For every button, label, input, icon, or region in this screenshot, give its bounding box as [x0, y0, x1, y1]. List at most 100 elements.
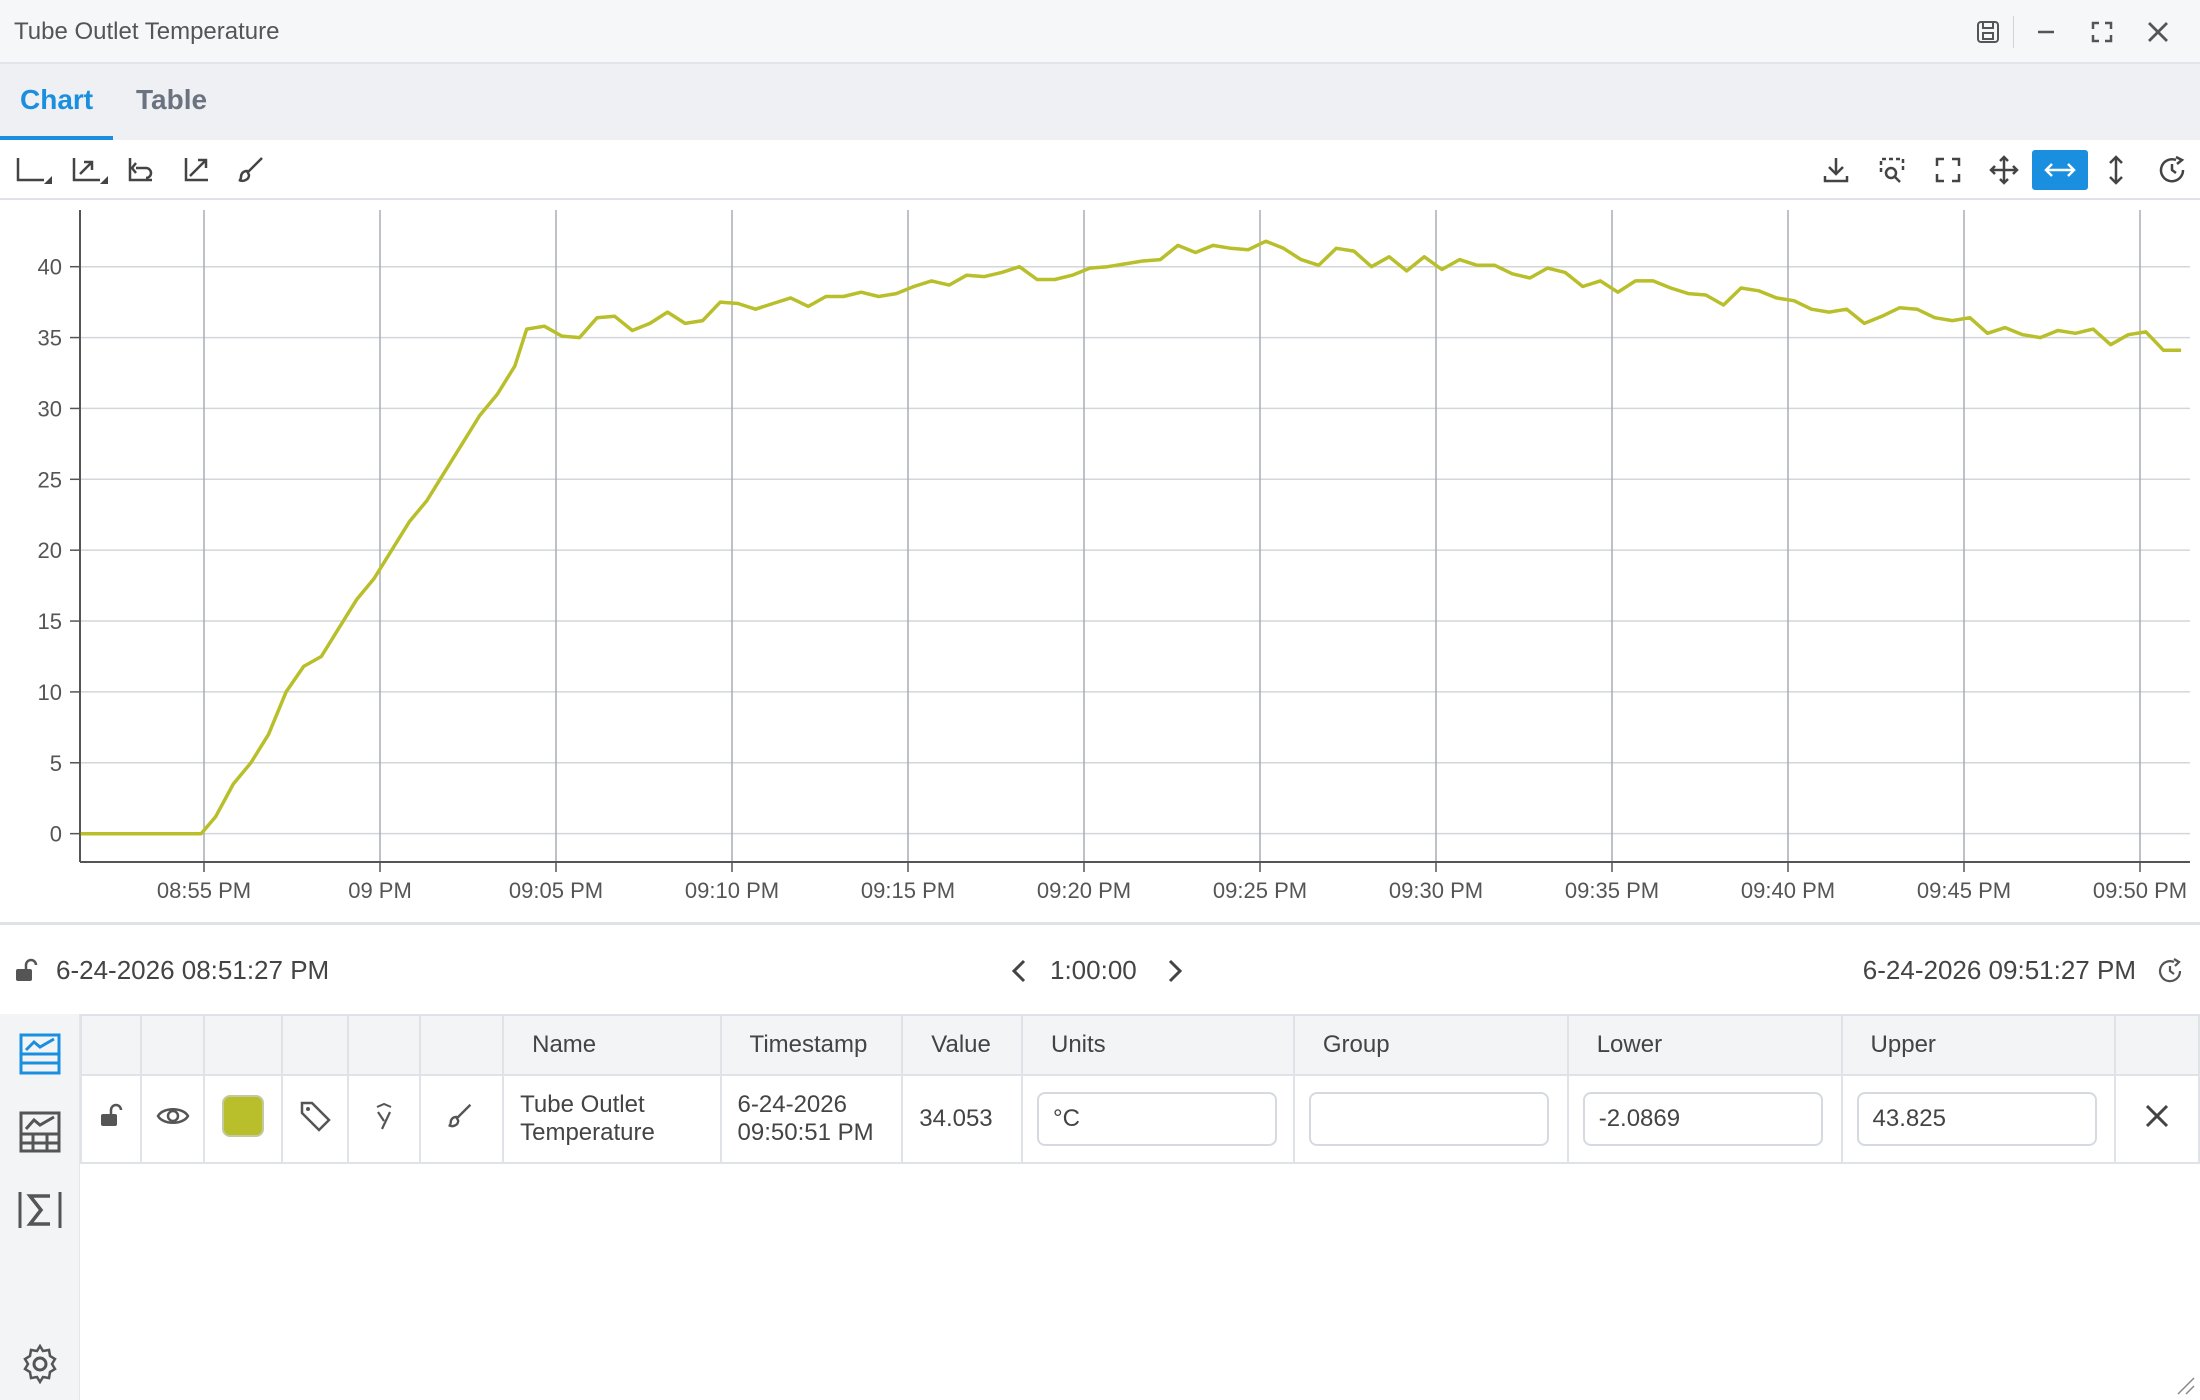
chart-svg[interactable]: 0 5 10 15 20 25 30 35 40 08:55 PM 09 PM 09:05 PM 09:… — [0, 202, 2200, 922]
header-style — [418, 1014, 505, 1076]
unlock-icon[interactable] — [97, 1102, 125, 1130]
y-tick-label: 20 — [38, 538, 62, 563]
header-upper[interactable]: Upper — [1840, 1014, 2117, 1076]
download-icon[interactable] — [1814, 150, 1858, 190]
pan-icon[interactable] — [1982, 150, 2026, 190]
lower-input[interactable] — [1582, 1092, 1823, 1146]
row-name-cell: Tube Outlet Temperature — [502, 1074, 722, 1164]
close-icon[interactable] — [2138, 12, 2178, 52]
resize-grip[interactable] — [2174, 1374, 2196, 1396]
row-lock-cell — [80, 1074, 142, 1164]
trend-chart[interactable]: 0 5 10 15 20 25 30 35 40 08:55 PM 09 PM 09:05 PM 09:… — [0, 202, 2200, 922]
table-header-row: Name Timestamp Value Units Group Lower U… — [80, 1014, 2200, 1076]
details-panel: Name Timestamp Value Units Group Lower U… — [80, 1014, 2200, 1400]
x-tick-label: 09:35 PM — [1565, 878, 1659, 903]
header-value[interactable]: Value — [901, 1014, 1023, 1076]
series-line-tube-outlet-temperature[interactable] — [80, 239, 2182, 836]
save-icon[interactable] — [1968, 12, 2008, 52]
brush-icon[interactable] — [446, 1101, 476, 1131]
y-axis-icon[interactable] — [372, 1101, 396, 1131]
trend-list-icon[interactable] — [16, 1030, 64, 1078]
vertical-zoom-icon[interactable] — [2094, 150, 2138, 190]
row-group-cell — [1292, 1074, 1569, 1164]
title-separator — [2013, 16, 2014, 48]
tag-icon[interactable] — [298, 1099, 332, 1133]
tab-chart[interactable]: Chart — [0, 64, 114, 140]
upper-input[interactable] — [1856, 1092, 2097, 1146]
y-tick-label: 25 — [38, 467, 62, 492]
row-remove-cell — [2114, 1074, 2200, 1164]
range-duration[interactable]: 1:00:00 — [1050, 955, 1137, 986]
chart-tick-labels: 0 5 10 15 20 25 30 35 40 08:55 PM 09 PM 09:05 PM 09:… — [38, 255, 2188, 903]
header-name[interactable]: Name — [502, 1014, 722, 1076]
header-lower[interactable]: Lower — [1566, 1014, 1843, 1076]
x-tick-label: 09:05 PM — [509, 878, 603, 903]
x-tick-label: 09:45 PM — [1917, 878, 2011, 903]
row-upper-cell — [1840, 1074, 2117, 1164]
y-tick-label: 30 — [38, 396, 62, 421]
close-icon[interactable] — [2143, 1102, 2171, 1130]
history-icon[interactable] — [2150, 150, 2194, 190]
row-axis-cell — [346, 1074, 421, 1164]
fullscreen-icon[interactable] — [1926, 150, 1970, 190]
row-name-line2: Temperature — [520, 1119, 655, 1146]
history-icon[interactable] — [2154, 955, 2186, 987]
window-title: Tube Outlet Temperature — [14, 18, 280, 45]
chart-series[interactable] — [80, 239, 2182, 836]
chart-grid-icon[interactable] — [16, 1108, 64, 1156]
header-label — [281, 1014, 349, 1076]
title-bar: Tube Outlet Temperature — [0, 0, 2200, 64]
x-tick-label: 09:25 PM — [1213, 878, 1307, 903]
row-style-cell — [418, 1074, 505, 1164]
details-table: Name Timestamp Value Units Group Lower U… — [80, 1014, 2200, 1164]
chevron-left-icon[interactable] — [1004, 955, 1036, 987]
row-timestamp-line2: 09:50:51 PM — [737, 1119, 874, 1146]
unlock-icon[interactable] — [10, 955, 42, 987]
settings-icon[interactable] — [16, 1340, 64, 1388]
range-start[interactable]: 6-24-2026 08:51:27 PM — [56, 955, 329, 986]
range-end[interactable]: 6-24-2026 09:51:27 PM — [1863, 955, 2136, 986]
tab-table[interactable]: Table — [116, 64, 227, 140]
header-color — [203, 1014, 284, 1076]
maximize-icon[interactable] — [2082, 12, 2122, 52]
axis-scale-icon[interactable] — [68, 150, 112, 190]
minimize-icon[interactable] — [2026, 12, 2066, 52]
tab-bar: Chart Table — [0, 64, 2200, 140]
axis-icon[interactable] — [12, 150, 56, 190]
row-value: 34.053 — [919, 1105, 993, 1132]
color-swatch[interactable] — [222, 1094, 265, 1137]
y-tick-label: 40 — [38, 255, 62, 280]
header-axis — [346, 1014, 421, 1076]
header-timestamp[interactable]: Timestamp — [719, 1014, 904, 1076]
undo-zoom-icon[interactable] — [118, 150, 162, 190]
x-tick-label: 09:40 PM — [1741, 878, 1835, 903]
x-tick-label: 09:10 PM — [685, 878, 779, 903]
row-color-cell — [203, 1074, 284, 1164]
row-label-cell — [281, 1074, 349, 1164]
horizontal-zoom-icon[interactable] — [2032, 150, 2088, 190]
brush-icon[interactable] — [230, 150, 274, 190]
table-row: Tube Outlet Temperature 6-24-2026 09:50:… — [80, 1074, 2200, 1164]
x-tick-label: 09:20 PM — [1037, 878, 1131, 903]
group-input[interactable] — [1308, 1092, 1549, 1146]
header-units[interactable]: Units — [1021, 1014, 1295, 1076]
y-tick-label: 5 — [50, 751, 62, 776]
y-tick-label: 15 — [38, 609, 62, 634]
row-name-line1: Tube Outlet — [520, 1091, 645, 1118]
chevron-right-icon[interactable] — [1158, 955, 1190, 987]
header-remove — [2114, 1014, 2200, 1076]
header-lock — [80, 1014, 142, 1076]
eye-icon[interactable] — [156, 1103, 190, 1129]
chart-toolbar — [0, 140, 2200, 200]
chart-grid — [80, 210, 2190, 862]
zoom-select-icon[interactable] — [1870, 150, 1914, 190]
y-tick-label: 35 — [38, 326, 62, 351]
units-input[interactable] — [1037, 1092, 1277, 1146]
y-tick-label: 0 — [50, 822, 62, 847]
x-tick-label: 08:55 PM — [157, 878, 251, 903]
sigma-icon[interactable] — [16, 1186, 64, 1234]
time-range-bar: 6-24-2026 08:51:27 PM 1:00:00 6-24-2026 … — [0, 922, 2200, 1014]
autoscale-icon[interactable] — [174, 150, 218, 190]
header-group[interactable]: Group — [1292, 1014, 1569, 1076]
details-sidebar — [0, 1014, 80, 1400]
